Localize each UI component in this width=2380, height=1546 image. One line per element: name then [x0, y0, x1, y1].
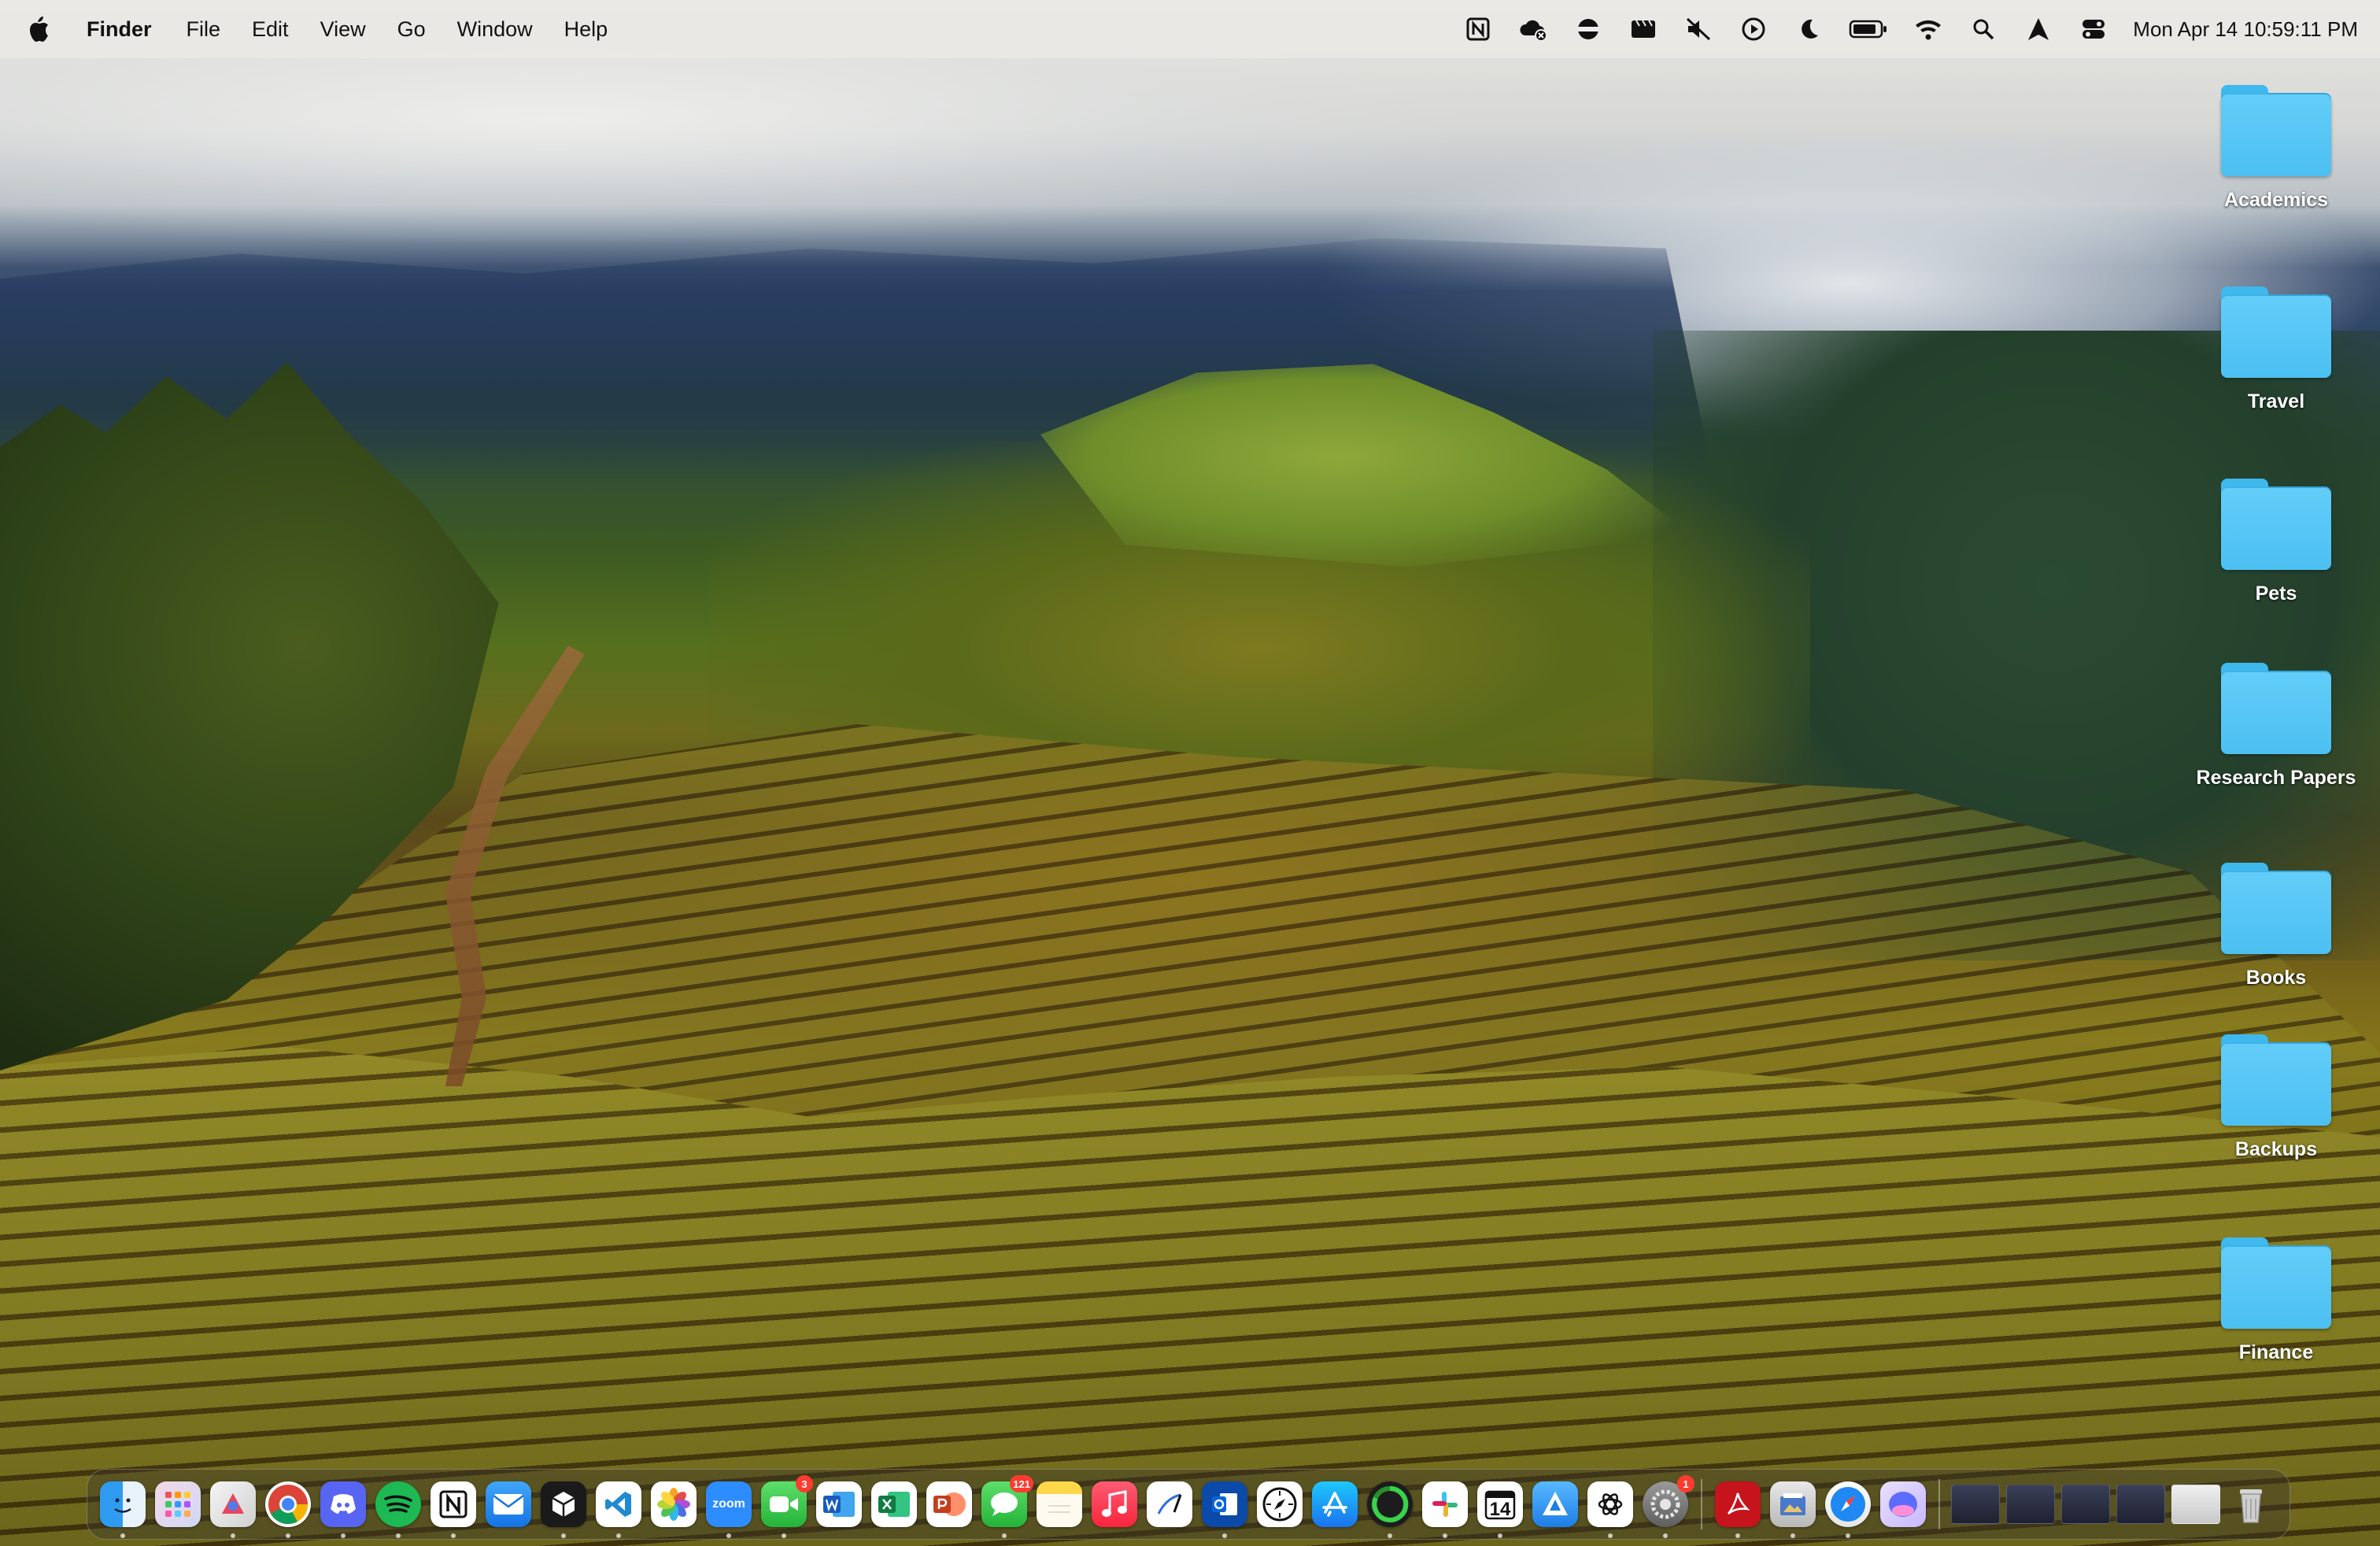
dock-safari-compass-icon[interactable] — [1257, 1481, 1303, 1527]
menu-view[interactable]: View — [320, 17, 366, 42]
dock-notes-icon[interactable] — [1037, 1481, 1082, 1527]
spotlight-search-icon[interactable] — [1968, 13, 1999, 45]
apple-menu-icon[interactable] — [22, 13, 54, 45]
menu-go[interactable]: Go — [397, 17, 426, 42]
dock-outlook-icon[interactable] — [1202, 1481, 1247, 1538]
wallpaper-vineyard — [0, 724, 2380, 1546]
folder-label: Research Papers — [2196, 767, 2356, 789]
focus-moon-icon[interactable] — [1793, 13, 1824, 45]
dock-testflight-icon[interactable] — [1532, 1481, 1578, 1527]
folder-icon — [2221, 1034, 2331, 1127]
folder-label: Academics — [2223, 189, 2329, 211]
menu-help[interactable]: Help — [564, 17, 608, 42]
dock-word-icon[interactable] — [816, 1481, 862, 1527]
dock-separator — [1938, 1479, 1940, 1529]
menu-edit[interactable]: Edit — [252, 17, 289, 42]
dock-minimized-window-2[interactable] — [2006, 1485, 2055, 1524]
dock-zoom-icon[interactable]: zoom — [706, 1481, 752, 1538]
dock: zoom 3 121 14 1 — [87, 1469, 2290, 1540]
dock-minimized-window-1[interactable] — [1951, 1485, 2000, 1524]
menu-window[interactable]: Window — [457, 17, 533, 42]
menu-bar: Finder File Edit View Go Window Help Mon… — [0, 0, 2380, 58]
desktop-folder-backups[interactable]: Backups — [2182, 1034, 2371, 1161]
dock-minimized-window-5[interactable] — [2171, 1485, 2220, 1524]
folder-icon — [2221, 1237, 2331, 1330]
dock-facetime-icon[interactable]: 3 — [761, 1475, 813, 1538]
facetime-badge: 3 — [796, 1475, 813, 1492]
menu-app-finder[interactable]: Finder — [87, 17, 152, 42]
dock-vscode-icon[interactable] — [596, 1481, 641, 1538]
dock-spotify-icon[interactable] — [375, 1481, 421, 1538]
dock-calendar-icon[interactable]: 14 — [1477, 1481, 1523, 1538]
wallpaper-left-forest — [0, 362, 499, 1071]
cloud-sync-off-icon[interactable] — [1517, 13, 1549, 45]
desktop-folder-travel[interactable]: Travel — [2182, 287, 2371, 413]
dock-messages-icon[interactable]: 121 — [981, 1475, 1033, 1538]
dock-separator — [1701, 1479, 1702, 1529]
clapperboard-icon[interactable] — [1628, 13, 1659, 45]
dock-app-store-icon[interactable] — [1312, 1481, 1358, 1527]
wifi-icon[interactable] — [1913, 13, 1944, 45]
folder-label: Finance — [2238, 1341, 2314, 1363]
dock-system-settings-icon[interactable]: 1 — [1643, 1475, 1694, 1538]
notion-status-icon[interactable] — [1462, 13, 1494, 45]
desktop-folder-academics[interactable]: Academics — [2182, 85, 2371, 212]
dock-safari-icon[interactable] — [1825, 1481, 1871, 1538]
dock-minimized-window-4[interactable] — [2116, 1485, 2165, 1524]
dock-cube-app-icon[interactable] — [541, 1481, 586, 1538]
wallpaper-dirt-road — [445, 645, 585, 1086]
folder-label: Books — [2245, 967, 2307, 989]
folder-icon — [2221, 85, 2331, 178]
dock-slack-icon[interactable] — [1422, 1481, 1468, 1538]
battery-icon[interactable] — [1848, 13, 1889, 45]
dock-finder-icon[interactable] — [100, 1481, 146, 1538]
desktop-folder-pets[interactable]: Pets — [2182, 479, 2371, 605]
folder-label: Backups — [2234, 1138, 2318, 1160]
dock-pixelmator-icon[interactable] — [210, 1481, 256, 1538]
dock-minimized-window-3[interactable] — [2061, 1485, 2110, 1524]
settings-badge: 1 — [1677, 1475, 1694, 1492]
dock-photos-icon[interactable] — [651, 1481, 697, 1527]
calendar-day: 14 — [1489, 1499, 1511, 1520]
dock-arc-icon[interactable] — [1880, 1481, 1926, 1527]
dock-preview-icon[interactable] — [1770, 1481, 1816, 1538]
dock-freeform-icon[interactable] — [1147, 1481, 1192, 1527]
dock-excel-icon[interactable] — [871, 1481, 917, 1527]
dock-chatgpt-icon[interactable] — [1587, 1481, 1633, 1538]
menu-file[interactable]: File — [187, 17, 221, 42]
desktop-folder-finance[interactable]: Finance — [2182, 1237, 2371, 1364]
dock-discord-icon[interactable] — [320, 1481, 366, 1538]
messages-badge: 121 — [1010, 1475, 1033, 1492]
mute-icon[interactable] — [1683, 13, 1714, 45]
location-arrow-icon[interactable] — [2023, 13, 2054, 45]
folder-icon — [2221, 479, 2331, 571]
zoom-label: zoom — [712, 1497, 745, 1511]
dock-mail-icon[interactable] — [486, 1481, 531, 1527]
folder-icon — [2221, 287, 2331, 379]
dock-notion-icon[interactable] — [431, 1481, 476, 1538]
status-menus: Mon Apr 14 10:59:11 PM — [1439, 13, 2358, 45]
folder-label: Travel — [2247, 390, 2305, 412]
dock-activity-ring-icon[interactable] — [1367, 1481, 1413, 1538]
folder-icon — [2221, 863, 2331, 956]
dock-chrome-icon[interactable] — [265, 1481, 311, 1538]
desktop-folder-research-papers[interactable]: Research Papers — [2182, 663, 2371, 790]
dock-music-icon[interactable] — [1092, 1481, 1137, 1527]
wallpaper-mid-trees — [708, 441, 1810, 819]
folder-label: Pets — [2255, 583, 2297, 605]
control-center-icon[interactable] — [2078, 13, 2109, 45]
folder-icon — [2221, 663, 2331, 756]
wallpaper-mountain-ridge — [0, 238, 1714, 480]
dock-launchpad-icon[interactable] — [155, 1481, 201, 1527]
vpn-icon[interactable] — [1572, 13, 1604, 45]
wallpaper-green-hill — [1040, 364, 1692, 567]
menu-bar-clock[interactable]: Mon Apr 14 10:59:11 PM — [2133, 17, 2358, 42]
dock-trash-icon[interactable] — [2228, 1481, 2274, 1527]
dock-acrobat-icon[interactable] — [1715, 1481, 1761, 1538]
desktop-folder-books[interactable]: Books — [2182, 863, 2371, 989]
now-playing-icon[interactable] — [1738, 13, 1769, 45]
dock-powerpoint-icon[interactable] — [926, 1481, 972, 1527]
